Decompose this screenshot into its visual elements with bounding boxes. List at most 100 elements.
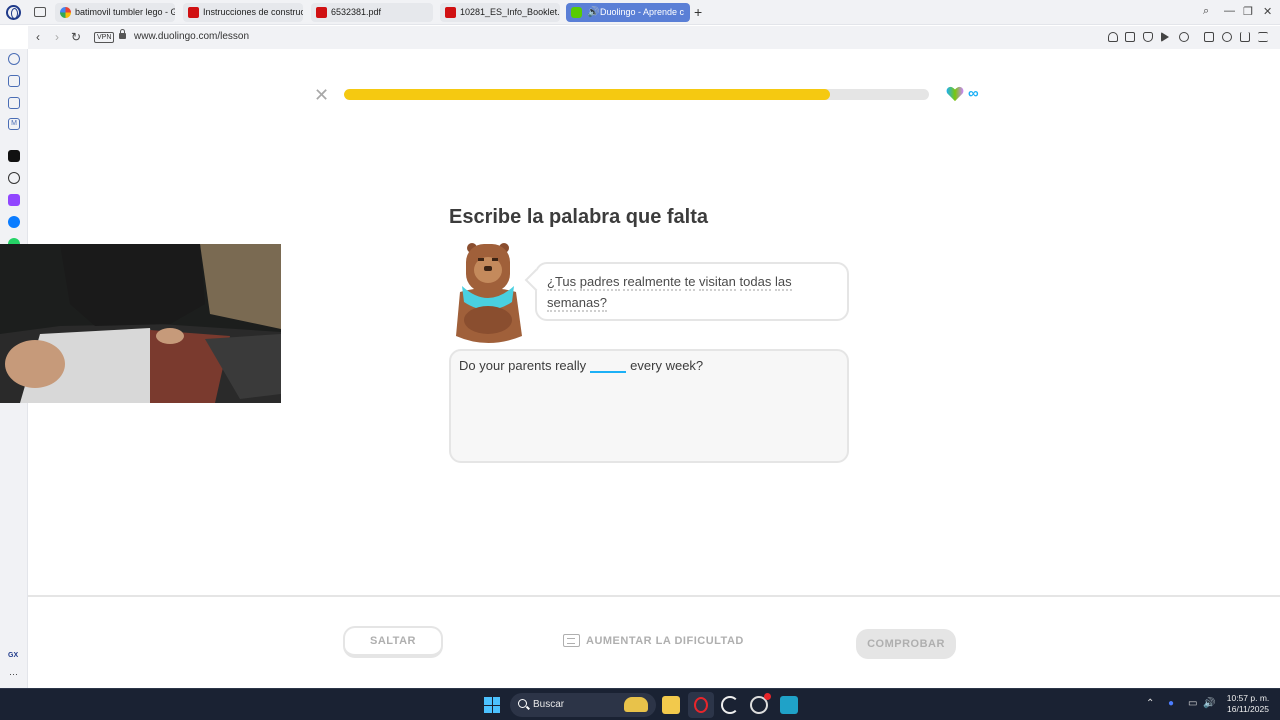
back-icon[interactable]: ‹ xyxy=(36,31,40,43)
tab-label: 10281_ES_Info_Booklet.pdf xyxy=(460,7,560,17)
exercise-title: Escribe la palabra que falta xyxy=(449,206,708,228)
tab-islands-icon[interactable] xyxy=(8,97,20,109)
forward-icon[interactable]: › xyxy=(55,31,59,43)
footer-divider xyxy=(28,595,1280,597)
search-highlight-icon xyxy=(624,697,648,712)
prompt-speech-bubble: ¿Tus padres realmente te visitan todas l… xyxy=(535,262,849,321)
profile-icon[interactable] xyxy=(1222,32,1232,42)
opera-gx-icon xyxy=(694,697,708,713)
increase-difficulty-label: AUMENTAR LA DIFICULTAD xyxy=(586,635,744,647)
heart-icon xyxy=(946,86,964,102)
tab-duolingo[interactable]: 🔊 Duolingo - Aprende c xyxy=(566,3,690,22)
gx-label[interactable]: GX xyxy=(8,652,18,659)
volume-icon[interactable]: 🔊 xyxy=(1203,698,1215,709)
increase-difficulty-button[interactable]: AUMENTAR LA DIFICULTAD xyxy=(563,634,744,647)
reload-icon[interactable]: ↻ xyxy=(71,31,81,43)
check-button[interactable]: COMPROBAR xyxy=(856,629,956,659)
heart-bookmark-icon[interactable] xyxy=(1179,32,1189,42)
blank-input[interactable] xyxy=(590,357,627,373)
taskbar-search-label: Buscar xyxy=(533,699,565,710)
lesson-progress-bar xyxy=(344,89,929,100)
network-icon[interactable]: ▭ xyxy=(1188,698,1197,709)
close-lesson-icon[interactable]: ✕ xyxy=(314,86,329,104)
keyboard-icon xyxy=(563,634,580,647)
progress-fill xyxy=(344,89,830,100)
vpn-badge[interactable]: VPN xyxy=(94,32,115,43)
prompt-line: ¿Tus padres realmente te visitan todas l… xyxy=(547,271,837,292)
url-field[interactable]: www.duolingo.com/lesson xyxy=(134,31,249,42)
sentence-after: every week? xyxy=(630,358,704,373)
windows-taskbar: Buscar ⌃ ● ▭ 🔊 10:57 p. m. 16/11/2025 xyxy=(0,688,1280,720)
messenger-icon[interactable] xyxy=(8,216,20,228)
workspaces-icon[interactable] xyxy=(8,75,20,87)
mic-icon[interactable]: ● xyxy=(1168,698,1174,709)
sentence-before: Do your parents really xyxy=(459,358,587,373)
aria-icon[interactable] xyxy=(8,53,20,65)
chatgpt-taskbar-icon[interactable] xyxy=(750,693,771,714)
tab-label: 6532381.pdf xyxy=(331,7,382,17)
clock-time: 10:57 p. m. xyxy=(1226,693,1270,703)
tab-label: Instrucciones de construcc xyxy=(203,7,303,17)
search-icon xyxy=(518,699,527,708)
prompt-word[interactable]: ¿Tus xyxy=(547,274,577,291)
tab-label: Duolingo - Aprende c xyxy=(600,7,685,17)
tab-overview-icon[interactable] xyxy=(34,7,46,17)
duolingo-favicon-icon xyxy=(571,7,582,18)
prompt-word[interactable]: padres xyxy=(579,274,620,291)
sidebar-more-icon[interactable]: ··· xyxy=(9,669,18,679)
address-bar: ‹ › ↻ VPN www.duolingo.com/lesson xyxy=(28,26,1280,49)
chatgpt-icon[interactable] xyxy=(8,172,20,184)
download-icon[interactable] xyxy=(1240,32,1250,42)
close-window-icon[interactable]: ✕ xyxy=(1263,5,1272,18)
lego-favicon-icon xyxy=(445,7,456,18)
tab-info-booklet[interactable]: 10281_ES_Info_Booklet.pdf xyxy=(440,3,560,22)
prompt-word[interactable]: realmente xyxy=(623,274,681,291)
webcam-overlay xyxy=(0,244,281,403)
tab-google-search[interactable]: batimovil tumbler lego - G xyxy=(55,3,175,22)
speaker-icon[interactable]: 🔊 xyxy=(587,3,599,22)
mail-icon[interactable]: M xyxy=(8,118,20,130)
player-icon[interactable] xyxy=(1161,32,1169,42)
taskbar-clock[interactable]: 10:57 p. m. 16/11/2025 xyxy=(1222,693,1274,715)
app-c-icon[interactable] xyxy=(721,696,739,714)
lego-favicon-icon xyxy=(188,7,199,18)
google-favicon-icon xyxy=(60,7,71,18)
prompt-word[interactable]: todas xyxy=(739,274,772,291)
prompt-word[interactable]: las xyxy=(774,274,792,291)
tray-chevron-icon[interactable]: ⌃ xyxy=(1146,698,1154,709)
notification-badge xyxy=(764,693,771,700)
new-tab-button[interactable]: + xyxy=(694,4,702,20)
bear-character-icon xyxy=(456,243,522,343)
search-tabs-icon[interactable]: ⌕ xyxy=(1203,5,1209,18)
extensions-icon[interactable] xyxy=(1204,32,1214,42)
prompt-word[interactable]: semanas? xyxy=(547,295,607,312)
lego-favicon-icon xyxy=(316,7,327,18)
taskbar-search[interactable]: Buscar xyxy=(510,693,656,717)
minimize-icon[interactable]: — xyxy=(1224,5,1235,17)
skip-button[interactable]: SALTAR xyxy=(343,626,443,658)
tiktok-icon[interactable] xyxy=(8,150,20,162)
tab-label: batimovil tumbler lego - G xyxy=(75,7,175,17)
start-icon[interactable] xyxy=(484,697,500,713)
restore-icon[interactable]: ❐ xyxy=(1243,5,1253,18)
webcam-video-image xyxy=(0,244,281,403)
twitch-icon[interactable] xyxy=(8,194,20,206)
prompt-word[interactable]: te xyxy=(684,274,696,291)
answer-area: Do your parents really every week? xyxy=(449,349,849,463)
shield-icon[interactable] xyxy=(1143,32,1153,42)
easy-setup-icon[interactable] xyxy=(1258,32,1268,42)
file-explorer-icon[interactable] xyxy=(662,696,680,714)
snapshot-icon[interactable] xyxy=(1125,32,1135,42)
prompt-line: semanas? xyxy=(547,292,837,313)
clock-date: 16/11/2025 xyxy=(1227,704,1269,714)
opera-menu-icon[interactable] xyxy=(6,5,21,20)
tab-lego-instructions[interactable]: Instrucciones de construcc xyxy=(183,3,303,22)
prompt-word[interactable]: visitan xyxy=(699,274,736,291)
lock-icon[interactable] xyxy=(119,29,126,39)
browser-tab-strip: batimovil tumbler lego - G Instrucciones… xyxy=(0,0,1280,25)
tab-pdf-6532381[interactable]: 6532381.pdf xyxy=(311,3,433,22)
notepad-icon[interactable] xyxy=(780,696,798,714)
opera-taskbar-button[interactable] xyxy=(688,692,714,718)
pin-icon[interactable] xyxy=(1108,32,1118,42)
hearts-infinite-label: ∞ xyxy=(968,85,979,102)
